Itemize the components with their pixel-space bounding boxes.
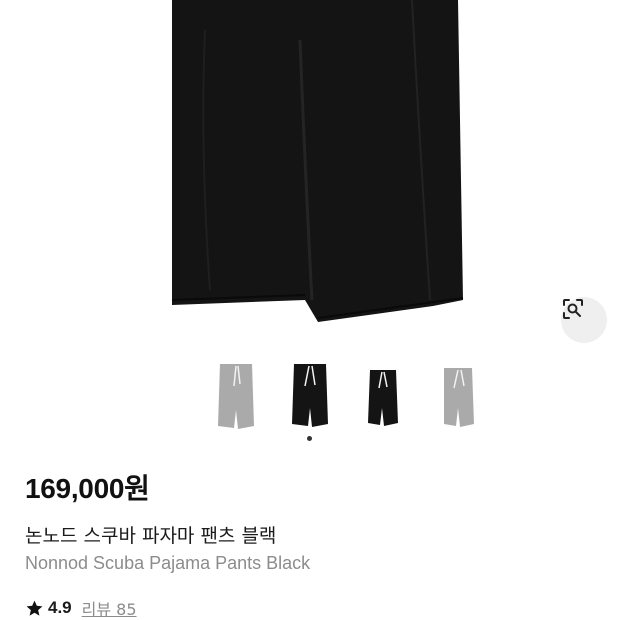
pants-gray-thumbnail [218,364,254,429]
pants-black-thumbnail [292,364,328,427]
thumbnail-3[interactable] [358,360,406,430]
product-hero-image[interactable] [0,0,620,343]
visual-search-button[interactable] [561,297,607,343]
thumbnail-strip [0,360,620,430]
pants-black-thumbnail [368,370,398,426]
thumbnail-4[interactable] [430,360,478,430]
pants-photo [171,0,464,322]
star-icon [26,600,43,616]
product-name-english: Nonnod Scuba Pajama Pants Black [25,553,311,573]
product-price: 169,000원 [25,473,150,504]
carousel-indicator-dot [307,436,312,441]
visual-search-icon [563,299,583,319]
rating-row: 4.9 리뷰 85 [25,596,137,620]
thumbnail-1[interactable] [214,360,262,430]
product-name-korean: 논노드 스쿠바 파자마 팬츠 블랙 [25,525,277,547]
review-count-link[interactable]: 리뷰 85 [82,596,137,620]
rating-value: 4.9 [48,598,72,617]
thumbnail-2[interactable] [286,360,334,430]
pants-gray-thumbnail [444,368,474,427]
